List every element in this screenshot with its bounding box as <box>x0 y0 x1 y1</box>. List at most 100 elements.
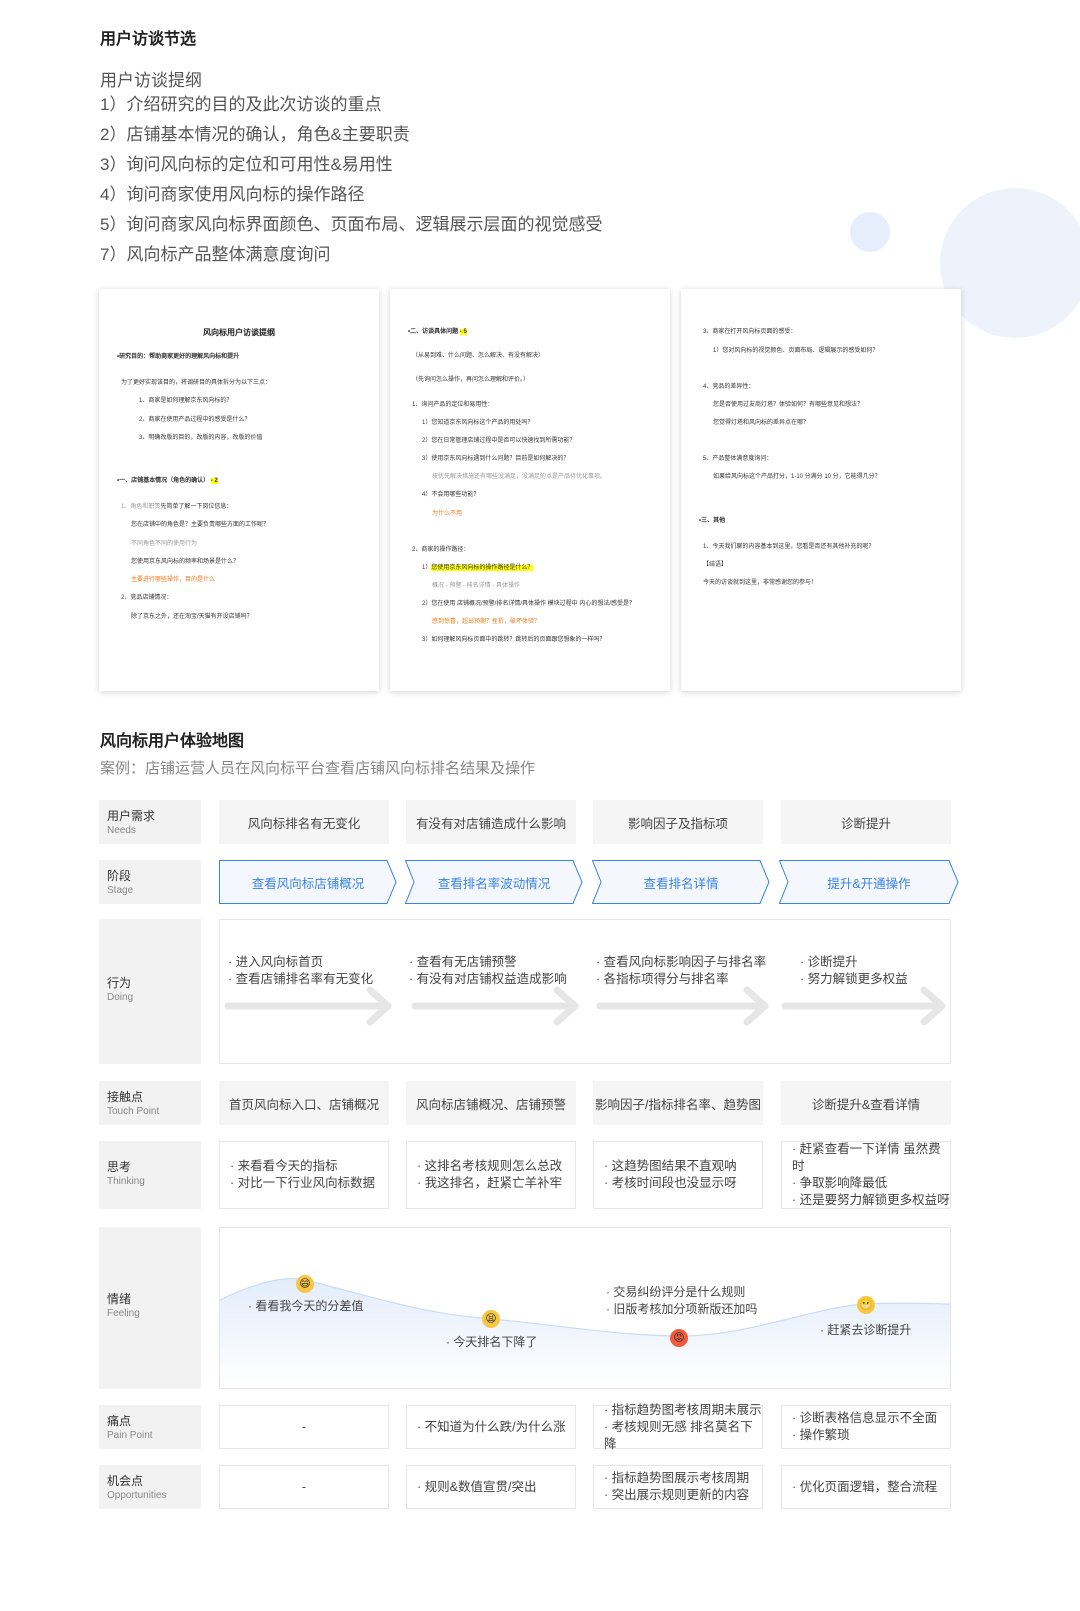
doc-line: 概况 - 预警 - 排名详情 - 具体操作 <box>432 583 520 589</box>
outline-list: 1）介绍研究的目的及此次访谈的重点 2）店铺基本情况的确认，角色&主要职责 3）… <box>100 90 602 270</box>
happy-face-icon: 😄 <box>296 1275 314 1293</box>
outline-item: 2）店铺基本情况的确认，角色&主要职责 <box>100 125 410 144</box>
row-label-doing: 行为 Doing <box>99 919 201 1064</box>
doing-line: · 查看风向标影响因子与排名率 <box>596 955 767 969</box>
thinking-line: · 我这排名，赶紧亡羊补牢 <box>417 1176 563 1190</box>
doc-line: 您在店铺中的角色是？主要负责哪些方面的工作呢？ <box>131 522 270 528</box>
thinking-cell: · 赶紧查看一下详情 虽然费时 · 争取影响降最低 · 还是要努力解锁更多权益呀 <box>781 1141 951 1209</box>
doc-heading: •二、访谈具体问题 <box>408 329 459 335</box>
doing-text: · 诊断提升 · 努力解锁更多权益 <box>800 954 908 988</box>
doc-line: 3、商家在打开风向标页面的感受： <box>703 329 797 335</box>
outline-title: 用户访谈提纲 <box>100 71 202 90</box>
thinking-line: · 对比一下行业风向标数据 <box>230 1176 376 1190</box>
feeling-note: · 赶紧去诊断提升 <box>820 1323 912 1337</box>
doc-line: 按优先解决措施还有哪些没满足，没满足的点是产品待优化事项。 <box>432 474 607 480</box>
doc-line: （从易到难、什么问题、怎么解决、有没有解决） <box>412 353 545 359</box>
doc-heading: •一、店铺基本情况（角色的确认） <box>117 478 210 484</box>
row-label-thinking: 思考 Thinking <box>99 1141 201 1209</box>
row-label-en: Pain Point <box>107 1430 153 1441</box>
document-page-2: •二、访谈具体问题 - 5 （从易到难、什么问题、怎么解决、有没有解决） （先询… <box>390 289 670 691</box>
doing-line: · 各指标项得分与排名率 <box>596 972 729 986</box>
row-label-en: Doing <box>107 992 134 1003</box>
outline-item: 3）询问风向标的定位和可用性&易用性 <box>100 155 393 174</box>
feeling-note: · 交易纠纷评分是什么规则 <box>606 1285 746 1299</box>
opp-cell: · 优化页面逻辑，整合流程 <box>781 1465 951 1509</box>
doc-line: 2、商家的操作路径： <box>412 547 470 553</box>
pain-line: · 操作繁琐 <box>792 1428 850 1442</box>
stage-chevron[interactable]: 查看排名率波动情况 <box>405 860 583 904</box>
thinking-cell: · 这排名考核规则怎么总改 · 我这排名，赶紧亡羊补牢 <box>406 1141 576 1209</box>
doc-line: 2）您在日常管理店铺过程中是否可以快速找到所需功能？ <box>422 438 576 444</box>
thinking-line: · 来看看今天的指标 <box>230 1159 338 1173</box>
thinking-line: · 赶紧查看一下详情 虽然费时 <box>792 1142 941 1173</box>
row-label-cn: 思考 <box>107 1160 132 1174</box>
doc-line: 4、竞品的差异性： <box>703 384 755 390</box>
touch-cell: 诊断提升&查看详情 <box>781 1081 951 1125</box>
thinking-line: · 这趋势图结果不直观呐 <box>604 1159 737 1173</box>
doing-line: · 诊断提升 <box>800 955 858 969</box>
doc-line: 1、商家是如何理解京东风向标的？ <box>139 398 233 404</box>
needs-cell: 风向标排名有无变化 <box>219 800 389 844</box>
journey-title: 风向标用户体验地图 <box>100 733 245 750</box>
opp-line: · 指标趋势图展示考核周期 <box>604 1471 750 1485</box>
row-label-cn: 行为 <box>107 976 132 990</box>
smile-face-icon: 😬 <box>857 1296 875 1314</box>
doc-line: 除了京东之外，还在淘宝/天猫有开设店铺吗？ <box>131 614 253 620</box>
doing-line: · 查看有无店铺预警 <box>409 955 517 969</box>
row-label-en: Opportunities <box>107 1490 167 1501</box>
row-label-cn: 阶段 <box>107 869 132 883</box>
pain-line: · 指标趋势图考核周期未展示 <box>604 1402 762 1417</box>
pain-line: · 考核规则无感 排名莫名下降 <box>604 1419 753 1451</box>
thinking-line: · 争取影响降最低 <box>792 1176 888 1190</box>
doc-line: 5、产品整体满意度询问： <box>703 456 773 462</box>
needs-cell: 有没有对店铺造成什么影响 <box>406 800 576 844</box>
row-label-touch: 接触点 Touch Point <box>99 1081 201 1125</box>
doc-line: 2、商家在使用产品过程中的感受是什么？ <box>139 417 251 423</box>
pain-line: · 不知道为什么跌/为什么涨 <box>417 1419 566 1434</box>
thinking-line: · 考核时间段也没显示呀 <box>604 1176 737 1190</box>
doc-line: 感到惊喜，超出预期？挫折，破坏体验？ <box>432 619 541 625</box>
pain-cell: · 诊断表格信息显示不全面 · 操作繁琐 <box>781 1405 951 1449</box>
doc-line: 如果给风向标这个产品打分，1-10 分满分 10 分，它能得几分？ <box>713 474 881 480</box>
stage-chevron[interactable]: 查看风向标店铺概况 <box>219 860 397 904</box>
pain-cell: · 指标趋势图考核周期未展示 · 考核规则无感 排名莫名下降 <box>593 1402 763 1451</box>
doc-line: •二、访谈具体问题 - 5 <box>408 328 467 336</box>
doc-line: 主要进行哪些操作，目的是什么 <box>131 577 216 583</box>
stage-label: 查看排名详情 <box>643 876 719 891</box>
doc-line: 3）使用京东风向标遇到什么问题？目前是如何解决的？ <box>422 456 570 462</box>
touch-cell: 风向标店铺概况、店铺预警 <box>406 1081 576 1125</box>
doing-line: · 查看店铺排名率有无变化 <box>228 972 374 986</box>
pain-cell: · 不知道为什么跌/为什么涨 <box>406 1405 576 1449</box>
row-label-opp: 机会点 Opportunities <box>99 1465 201 1509</box>
doc-line: 3）如何理解风向标页面中的跳转？跳转后的页面跟您想象的一样吗？ <box>422 637 606 643</box>
doc-line: 3、明确改版的目的，改版的内容，改版的价值 <box>139 435 263 441</box>
outline-item: 1）介绍研究的目的及此次访谈的重点 <box>100 95 382 114</box>
doc-line: 2、竞品店铺情况： <box>121 595 173 601</box>
doing-text: · 查看有无店铺预警 · 有没有对店铺权益造成影响 <box>409 954 567 988</box>
doc-line: 今天的访谈就到这里，非常感谢您的参与！ <box>703 580 818 586</box>
doc-line: 【结语】 <box>703 562 728 568</box>
stage-chevron[interactable]: 提升&开通操作 <box>779 860 959 904</box>
row-label-en: Thinking <box>107 1176 145 1187</box>
doing-text: · 查看风向标影响因子与排名率 · 各指标项得分与排名率 <box>596 954 766 988</box>
document-page-1: 风向标用户访谈提纲 •研究目的：帮助商家更好的理解风向标和提升 为了更好实现该目… <box>99 289 379 691</box>
feeling-note: · 今天排名下降了 <box>446 1335 538 1349</box>
doc-line-part: 先简单了解一下岗位信息： <box>160 504 233 510</box>
outline-item: 5）询问商家风向标界面颜色、页面布局、逻辑展示层面的视觉感受 <box>100 215 603 234</box>
stage-label: 查看风向标店铺概况 <box>251 876 365 891</box>
needs-cell: 影响因子及指标项 <box>593 800 763 844</box>
pain-line: · 诊断表格信息显示不全面 <box>792 1411 938 1425</box>
doc-title: 风向标用户访谈提纲 <box>203 328 275 337</box>
doc-line: 4）不会用哪些功能？ <box>422 492 480 498</box>
row-label-en: Needs <box>107 825 136 836</box>
stage-chevron[interactable]: 查看排名详情 <box>592 860 770 904</box>
doc-line: •一、店铺基本情况（角色的确认） - 2 <box>117 477 218 485</box>
doc-line-part: 1、角色和职责 <box>121 504 161 510</box>
doing-text: · 进入风向标首页 · 查看店铺排名率有无变化 <box>228 954 373 988</box>
doc-line: 您是否使用过友商灯塔？体验如何？有哪些意见和想法？ <box>713 402 864 408</box>
row-label-stage: 阶段 Stage <box>99 860 201 904</box>
angry-face-icon: 😡 <box>670 1329 688 1347</box>
worried-face-icon: 😫 <box>482 1310 500 1328</box>
needs-cell: 诊断提升 <box>781 800 951 844</box>
row-label-cn: 情绪 <box>107 1292 132 1306</box>
